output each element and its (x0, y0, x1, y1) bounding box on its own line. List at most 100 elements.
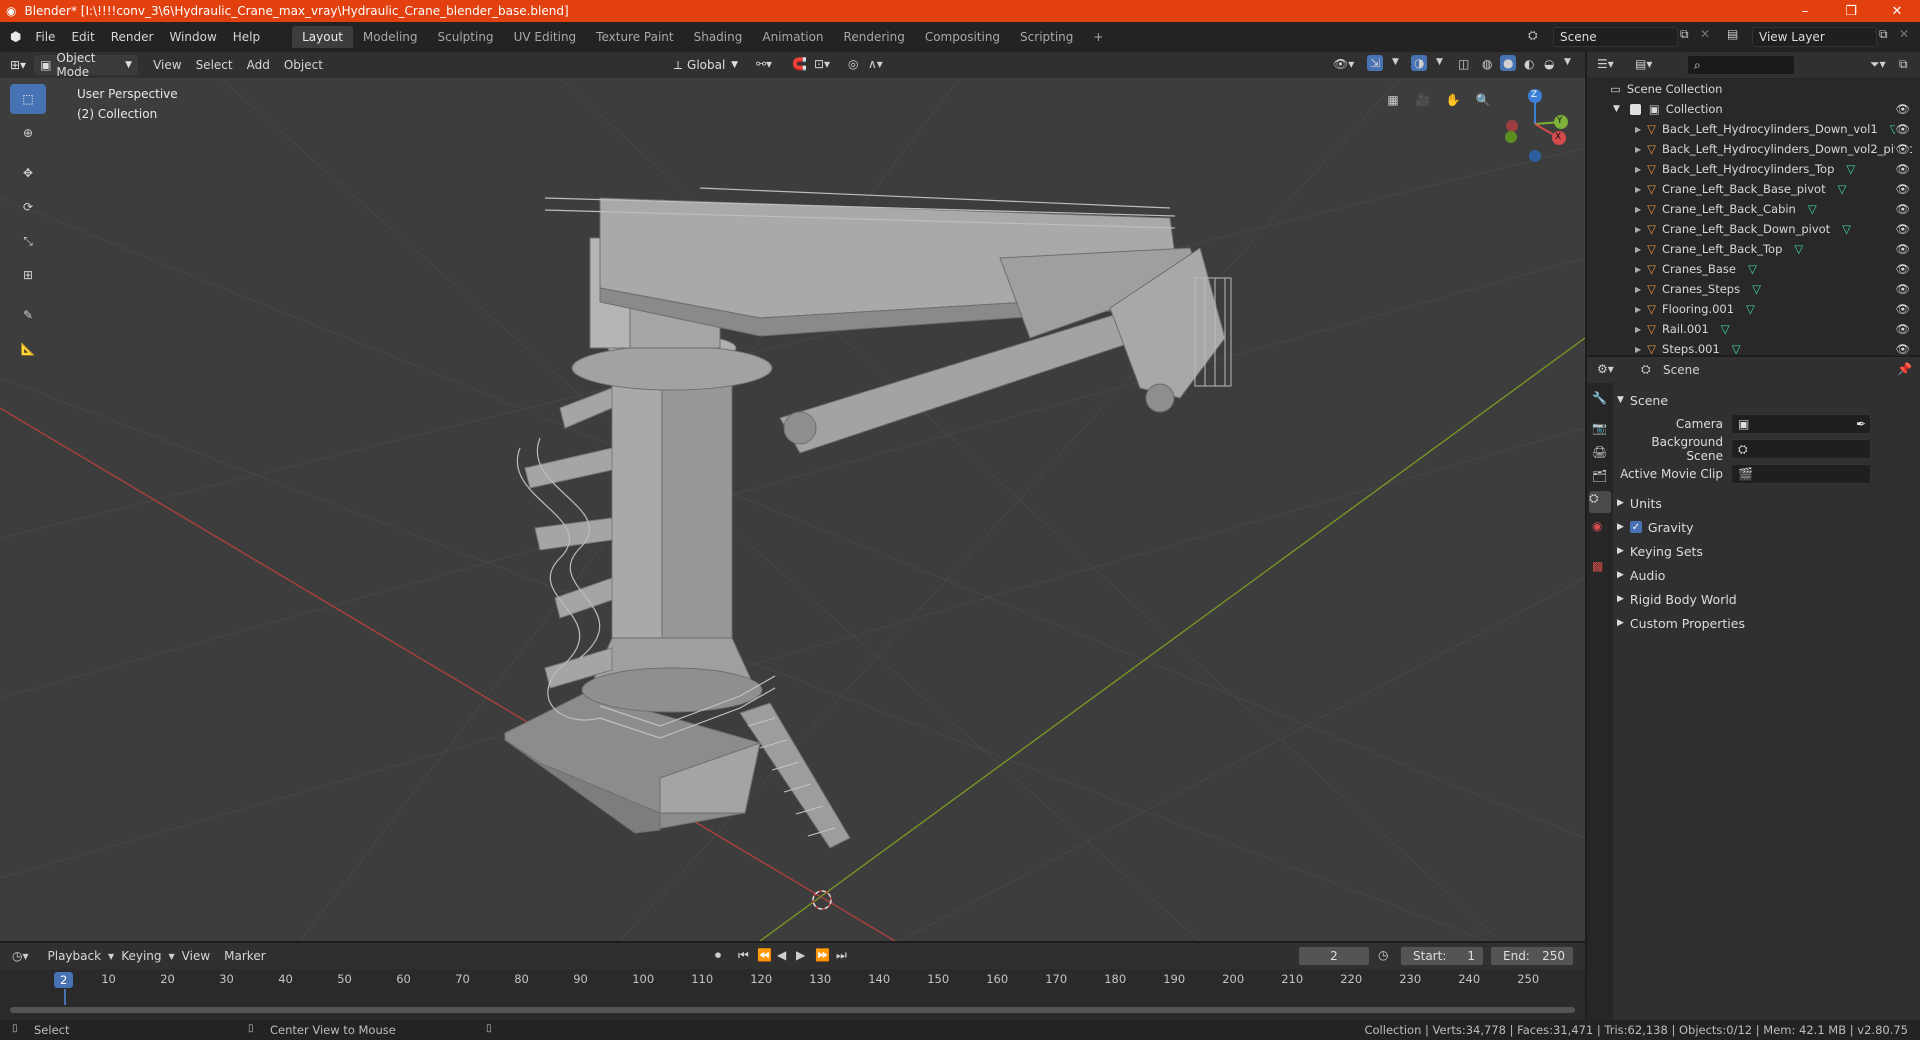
pivot-icon[interactable]: ⚯▾ (756, 57, 772, 71)
snap-target-icon[interactable]: ⊡▾ (814, 57, 830, 71)
toggle-grid-view-button[interactable]: ▦ (1380, 87, 1406, 113)
copy-view-layer-icon[interactable]: ⧉ (1879, 27, 1888, 42)
shading-dropdown-icon[interactable]: ▼ (1564, 57, 1571, 67)
measure-tool[interactable]: 📐 (10, 334, 46, 364)
jump-start-button[interactable]: ⏮ (738, 948, 749, 963)
jump-end-button[interactable]: ⏭ (836, 948, 847, 963)
tab-uv-editing[interactable]: UV Editing (504, 26, 587, 48)
units-panel-header[interactable]: ▶ Units (1617, 492, 1917, 514)
collection-checkbox[interactable] (1629, 103, 1641, 115)
view-layer-tab-icon[interactable]: 🗂 (1592, 469, 1607, 483)
visibility-eye-icon[interactable]: 👁 (1895, 162, 1910, 176)
delete-scene-icon[interactable]: ✕ (1700, 27, 1710, 41)
visibility-eye-icon[interactable]: 👁 (1895, 122, 1910, 136)
menu-add[interactable]: Add (240, 58, 277, 72)
jump-keyframe-back-button[interactable]: ⏪ (757, 948, 772, 962)
visibility-eye-icon[interactable]: 👁 (1895, 182, 1910, 196)
editor-type-icon[interactable]: ⊞▾ (10, 58, 26, 72)
current-frame-marker[interactable]: 2 (54, 972, 74, 988)
zoom-view-button[interactable]: 🔍 (1470, 87, 1496, 113)
expand-arrow-icon[interactable]: ▶ (1635, 305, 1641, 314)
visibility-icon[interactable]: 👁▾ (1333, 57, 1354, 71)
wireframe-shading-icon[interactable]: ◍ (1482, 57, 1492, 71)
close-button[interactable]: ✕ (1874, 0, 1920, 22)
play-reverse-button[interactable]: ◀ (777, 948, 786, 962)
display-mode-icon[interactable]: ▤▾ (1635, 57, 1652, 71)
tab-rendering[interactable]: Rendering (834, 26, 915, 48)
mesh-data-icon[interactable]: ▽ (1721, 322, 1730, 336)
outliner-row-object[interactable]: ▶ ▽ Back_Left_Hydrocylinders_Top ▽ 👁 (1587, 159, 1920, 179)
outliner-row-object[interactable]: ▶ ▽ Steps.001 ▽ 👁 (1587, 339, 1920, 359)
visibility-eye-icon[interactable]: 👁 (1895, 262, 1910, 276)
visibility-eye-icon[interactable]: 👁 (1895, 142, 1910, 156)
properties-editor-icon[interactable]: ⚙▾ (1597, 362, 1614, 376)
outliner-row-object[interactable]: ▶ ▽ Crane_Left_Back_Base_pivot ▽ 👁 (1587, 179, 1920, 199)
scene-tab-icon[interactable]: ⛭ (1589, 491, 1611, 513)
pin-icon[interactable]: 📌 (1897, 362, 1912, 376)
expand-arrow-icon[interactable]: ▶ (1635, 225, 1641, 234)
eyedropper-icon[interactable]: ✒ (1856, 417, 1866, 431)
background-scene-field[interactable]: ⛭ (1731, 439, 1871, 459)
new-collection-icon[interactable]: ⧉ (1899, 57, 1908, 72)
tab-modeling[interactable]: Modeling (353, 26, 428, 48)
menu-render[interactable]: Render (103, 30, 162, 44)
world-tab-icon[interactable]: ◉ (1592, 519, 1602, 533)
outliner-row-object[interactable]: ▶ ▽ Cranes_Steps ▽ 👁 (1587, 279, 1920, 299)
outliner-row-object[interactable]: ▶ ▽ Cranes_Base ▽ 👁 (1587, 259, 1920, 279)
gizmo-dropdown-icon[interactable]: ▼ (1392, 57, 1399, 67)
cursor-tool[interactable]: ⊕ (10, 118, 46, 148)
mesh-data-icon[interactable]: ▽ (1746, 302, 1755, 316)
overlay-dropdown-icon[interactable]: ▼ (1436, 57, 1443, 67)
visibility-eye-icon[interactable]: 👁 (1895, 302, 1910, 316)
overlay-toggle-icon[interactable]: ◑ (1411, 55, 1428, 71)
orientation-dropdown[interactable]: ⟂ Global ▼ (668, 55, 744, 75)
copy-scene-icon[interactable]: ⧉ (1680, 27, 1689, 42)
expand-arrow-icon[interactable]: ▶ (1635, 245, 1641, 254)
visibility-eye-icon[interactable]: 👁 (1895, 282, 1910, 296)
rigid-body-world-panel-header[interactable]: ▶ Rigid Body World (1617, 588, 1917, 610)
maximize-button[interactable]: ❐ (1828, 0, 1874, 22)
start-frame-field[interactable]: Start: 1 (1400, 946, 1484, 966)
mesh-data-icon[interactable]: ▽ (1794, 242, 1803, 256)
tool-tab-icon[interactable]: 🔧 (1592, 391, 1607, 405)
expand-arrow-icon[interactable]: ▶ (1635, 285, 1641, 294)
expand-arrow-icon[interactable]: ▶ (1635, 125, 1641, 134)
filter-icon[interactable]: ⏷▾ (1870, 57, 1886, 72)
current-frame-field[interactable]: 2 (1298, 946, 1370, 966)
falloff-icon[interactable]: ∧▾ (868, 57, 883, 71)
expand-arrow-icon[interactable]: ▶ (1635, 265, 1641, 274)
jump-keyframe-forward-button[interactable]: ⏩ (815, 948, 830, 962)
expand-arrow-icon[interactable]: ▶ (1635, 345, 1641, 354)
expand-arrow-icon[interactable]: ▶ (1635, 205, 1641, 214)
outliner-row-object[interactable]: ▶ ▽ Crane_Left_Back_Cabin ▽ 👁 (1587, 199, 1920, 219)
menu-view[interactable]: View (146, 58, 188, 72)
menu-window[interactable]: Window (161, 30, 224, 44)
menu-help[interactable]: Help (225, 30, 268, 44)
tab-shading[interactable]: Shading (684, 26, 753, 48)
move-tool[interactable]: ✥ (10, 158, 46, 188)
menu-select[interactable]: Select (189, 58, 240, 72)
gizmo-toggle-icon[interactable]: ⇲ (1367, 55, 1384, 71)
outliner-editor-icon[interactable]: ☰▾ (1597, 57, 1614, 71)
expand-arrow-icon[interactable]: ▼ (1613, 104, 1620, 114)
menu-keying[interactable]: Keying (114, 949, 168, 963)
active-movie-clip-field[interactable]: 🎬 (1731, 464, 1871, 484)
menu-object[interactable]: Object (277, 58, 330, 72)
annotate-tool[interactable]: ✎ (10, 300, 46, 330)
visibility-eye-icon[interactable]: 👁 (1895, 242, 1910, 256)
menu-marker[interactable]: Marker (217, 949, 272, 963)
outliner-row-object[interactable]: ▶ ▽ Back_Left_Hydrocylinders_Down_vol1 ▽ 👁 (1587, 119, 1920, 139)
preview-range-icon[interactable]: ◷ (1378, 948, 1388, 962)
minimize-button[interactable]: – (1782, 0, 1828, 22)
menu-playback[interactable]: Playback (41, 949, 109, 963)
3d-viewport[interactable]: User Perspective (2) Collection ⬚ ⊕ ✥ ⟳ … (0, 78, 1585, 941)
keying-sets-panel-header[interactable]: ▶ Keying Sets (1617, 540, 1917, 562)
mesh-data-icon[interactable]: ▽ (1752, 282, 1761, 296)
pan-view-button[interactable]: ✋ (1440, 87, 1466, 113)
expand-arrow-icon[interactable]: ▶ (1635, 145, 1641, 154)
timeline-scrollbar[interactable] (10, 1007, 1575, 1013)
expand-arrow-icon[interactable]: ▶ (1635, 185, 1641, 194)
mesh-data-icon[interactable]: ▽ (1748, 262, 1757, 276)
delete-view-layer-icon[interactable]: ✕ (1899, 27, 1909, 41)
transform-tool[interactable]: ⊞ (10, 260, 46, 290)
